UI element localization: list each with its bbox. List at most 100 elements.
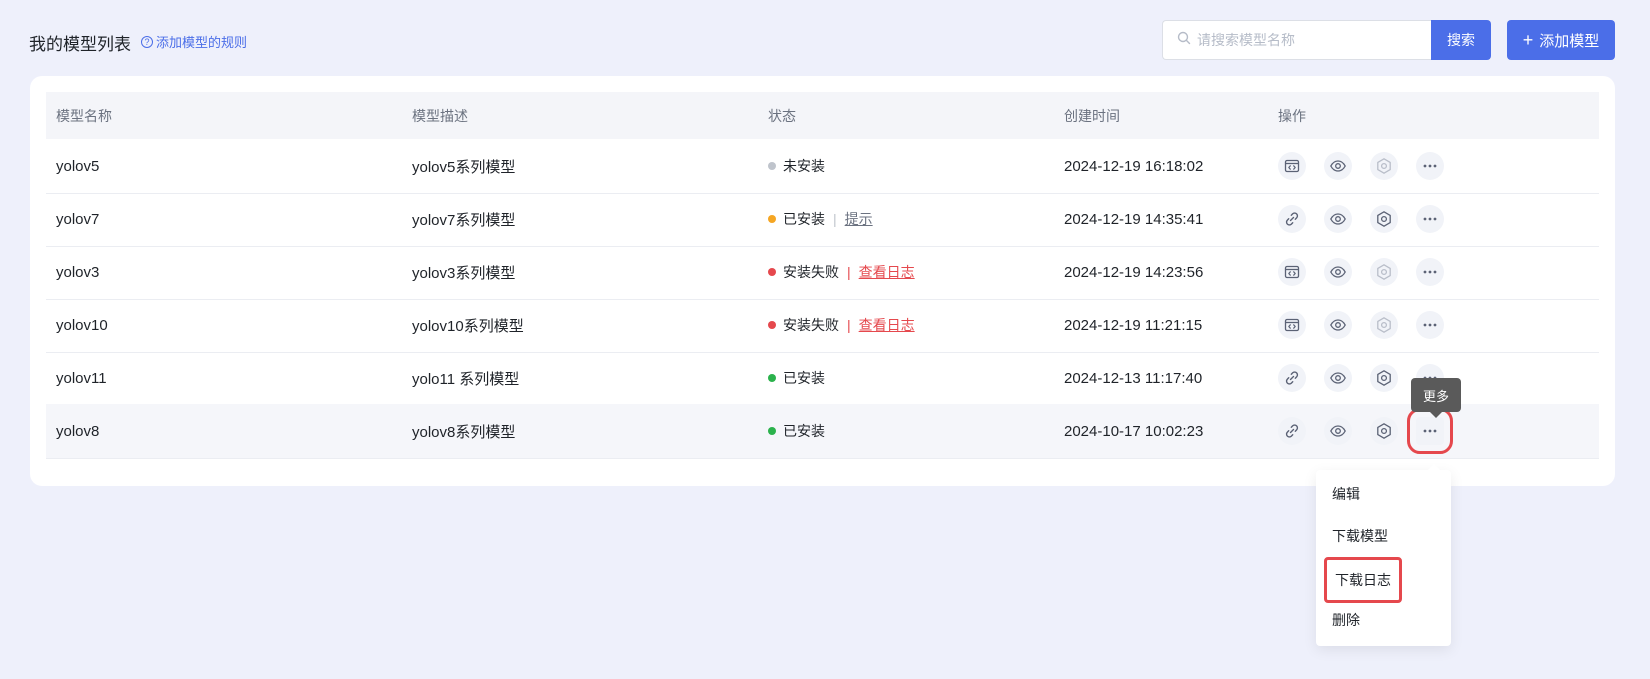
hint-link[interactable]: 提示 xyxy=(845,209,873,229)
view-button[interactable] xyxy=(1324,417,1352,445)
settings-button[interactable] xyxy=(1370,205,1398,233)
connect-button[interactable] xyxy=(1278,417,1306,445)
status-text: 安装失败 xyxy=(783,317,839,333)
status-dot-icon xyxy=(768,268,776,276)
column-header-created-time: 创建时间 xyxy=(1064,107,1120,124)
row-actions xyxy=(1278,258,1444,286)
created-time: 2024-12-19 16:18:02 xyxy=(1064,157,1204,175)
menu-item-edit[interactable]: 编辑 xyxy=(1332,484,1360,504)
view-log-link[interactable]: 查看日志 xyxy=(859,262,915,282)
deploy-button[interactable] xyxy=(1278,152,1306,180)
more-icon xyxy=(1421,422,1439,440)
model-description: yolov7系列模型 xyxy=(412,211,516,229)
column-header-status: 状态 xyxy=(768,107,796,124)
row-actions xyxy=(1278,311,1444,339)
deploy-icon xyxy=(1283,157,1301,175)
view-button[interactable] xyxy=(1324,205,1352,233)
status-separator: | xyxy=(847,264,851,280)
more-icon xyxy=(1421,157,1439,175)
plus-icon: + xyxy=(1522,30,1534,50)
more-button[interactable] xyxy=(1416,152,1444,180)
row-actions xyxy=(1278,152,1444,180)
status-text: 已安装 xyxy=(783,423,825,439)
link-icon xyxy=(1283,422,1301,440)
view-button[interactable] xyxy=(1324,258,1352,286)
settings-icon xyxy=(1375,210,1393,228)
view-button[interactable] xyxy=(1324,152,1352,180)
status-dot-icon xyxy=(768,162,776,170)
more-button[interactable] xyxy=(1407,408,1453,454)
status-dot-icon xyxy=(768,215,776,223)
more-tooltip: 更多 xyxy=(1411,378,1461,418)
model-status: 已安装 xyxy=(768,421,825,441)
view-button[interactable] xyxy=(1324,364,1352,392)
model-description: yolo11 系列模型 xyxy=(412,370,520,388)
status-dot-icon xyxy=(768,427,776,435)
created-time: 2024-12-19 14:35:41 xyxy=(1064,210,1204,228)
column-header-name: 模型名称 xyxy=(56,107,112,124)
status-separator: | xyxy=(847,317,851,333)
model-status: 安装失败 | 查看日志 xyxy=(768,315,915,335)
model-name: yolov3 xyxy=(56,263,100,281)
connect-button[interactable] xyxy=(1278,364,1306,392)
status-dot-icon xyxy=(768,374,776,382)
more-icon xyxy=(1421,263,1439,281)
more-icon xyxy=(1421,210,1439,228)
status-text: 已安装 xyxy=(783,370,825,386)
model-name: yolov7 xyxy=(56,210,100,228)
model-description: yolov10系列模型 xyxy=(412,317,524,335)
deploy-button[interactable] xyxy=(1278,258,1306,286)
table-row: yolov5 yolov5系列模型 未安装 2024-12-19 16:18:02 xyxy=(46,139,1599,194)
eye-icon xyxy=(1329,157,1347,175)
search-button[interactable]: 搜索 xyxy=(1431,20,1491,60)
created-time: 2024-12-19 11:21:15 xyxy=(1064,316,1203,334)
deploy-icon xyxy=(1283,263,1301,281)
more-icon xyxy=(1421,316,1439,334)
rules-link-label: 添加模型的规则 xyxy=(156,35,248,50)
model-status: 已安装 | 提示 xyxy=(768,209,873,229)
add-model-label: 添加模型 xyxy=(1539,32,1600,50)
column-header-description: 模型描述 xyxy=(412,107,468,124)
link-icon xyxy=(1283,210,1301,228)
model-description: yolov3系列模型 xyxy=(412,264,516,282)
eye-icon xyxy=(1329,210,1347,228)
status-text: 已安装 xyxy=(783,211,825,227)
settings-button xyxy=(1370,258,1398,286)
view-log-link[interactable]: 查看日志 xyxy=(859,315,915,335)
help-icon: ? xyxy=(141,35,153,48)
settings-button[interactable] xyxy=(1370,417,1398,445)
more-button[interactable] xyxy=(1416,205,1444,233)
more-button[interactable] xyxy=(1416,258,1444,286)
add-model-button[interactable]: + 添加模型 xyxy=(1507,20,1615,60)
status-text: 未安装 xyxy=(783,158,825,174)
table-header: 模型名称 模型描述 状态 创建时间 操作 xyxy=(46,92,1599,139)
menu-item-download-model[interactable]: 下载模型 xyxy=(1332,526,1388,546)
page-title: 我的模型列表 xyxy=(29,35,131,54)
settings-icon xyxy=(1375,157,1393,175)
add-model-rules-link[interactable]: ? 添加模型的规则 xyxy=(141,32,247,51)
model-name: yolov5 xyxy=(56,157,100,175)
table-row: yolov3 yolov3系列模型 安装失败 | 查看日志 2024-12-19 14:2… xyxy=(46,245,1599,300)
created-time: 2024-10-17 10:02:23 xyxy=(1064,422,1204,440)
model-name: yolov8 xyxy=(56,422,100,440)
table-row: yolov11 yolo11 系列模型 已安装 2024-12-13 11:17:40 xyxy=(46,351,1599,406)
eye-icon xyxy=(1329,316,1347,334)
model-name: yolov11 xyxy=(56,369,107,387)
column-header-actions: 操作 xyxy=(1278,107,1306,124)
more-button[interactable] xyxy=(1416,311,1444,339)
view-button[interactable] xyxy=(1324,311,1352,339)
model-status: 已安装 xyxy=(768,368,825,388)
row-actions xyxy=(1278,408,1453,454)
table-row: yolov8 yolov8系列模型 已安装 2024-10-17 10:02:23 xyxy=(46,404,1599,459)
search-icon xyxy=(1177,31,1191,50)
deploy-button[interactable] xyxy=(1278,311,1306,339)
menu-item-delete[interactable]: 删除 xyxy=(1332,610,1360,630)
status-text: 安装失败 xyxy=(783,264,839,280)
search-input[interactable] xyxy=(1197,32,1417,48)
connect-button[interactable] xyxy=(1278,205,1306,233)
settings-icon xyxy=(1375,316,1393,334)
menu-item-download-log[interactable]: 下载日志 xyxy=(1324,557,1402,603)
settings-button[interactable] xyxy=(1370,364,1398,392)
created-time: 2024-12-13 11:17:40 xyxy=(1064,369,1203,387)
status-dot-icon xyxy=(768,321,776,329)
